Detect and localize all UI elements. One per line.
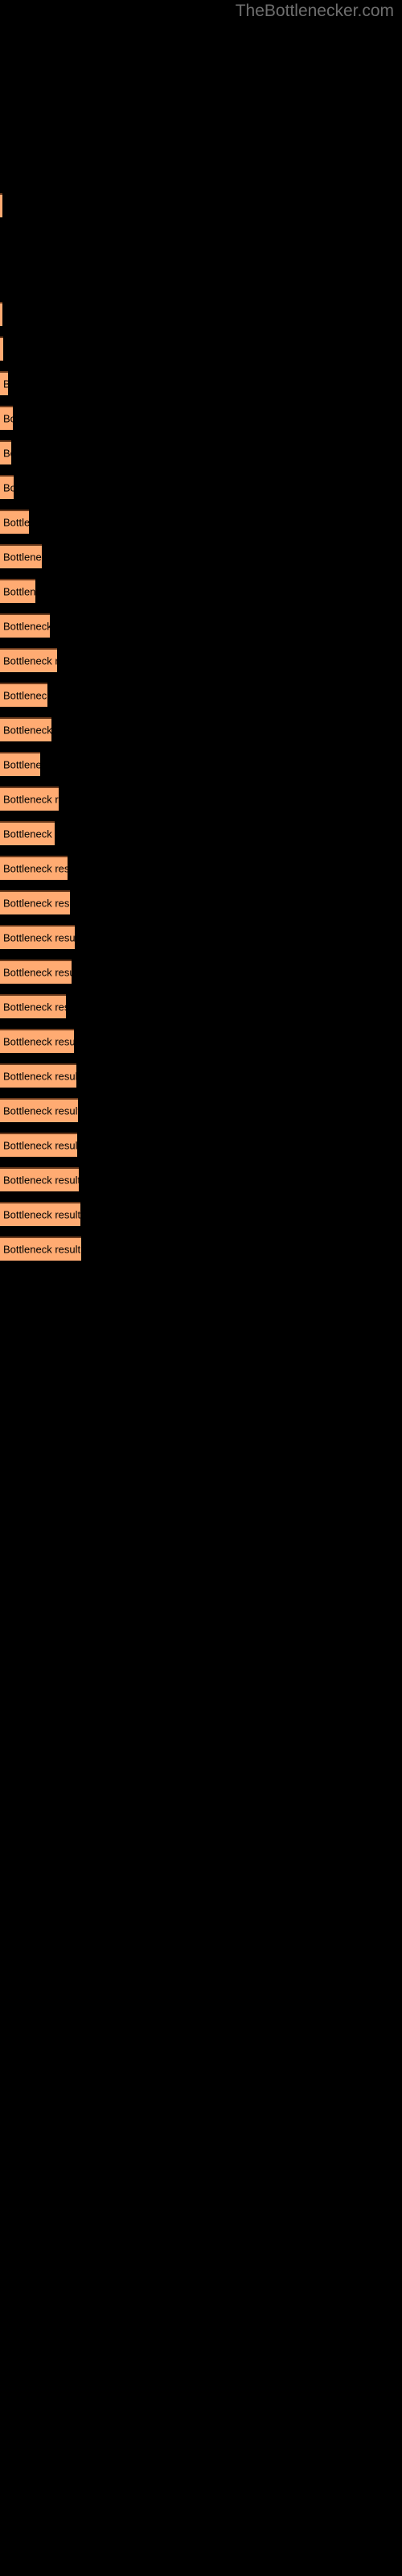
bottleneck-result-bar[interactable]: Bottleneck result [0,683,47,707]
bar-label: Bottleneck result [3,585,35,598]
bottleneck-result-bar[interactable]: Bottleneck result [0,475,14,499]
bottleneck-result-bar[interactable]: Bottleneck result [0,406,13,430]
bar-label: Bottleneck result [3,897,70,910]
bar-label: Bottleneck result [3,1035,74,1048]
bar-label: Bottleneck result [3,551,42,564]
bottleneck-bar-chart: Bottleneck result Bottleneck result Bottle… [0,0,402,2576]
bar-label: Bottleneck result [3,654,57,667]
bar-label: Bottleneck result [3,447,11,460]
bar-label: Bottleneck result [3,793,59,806]
bar-label: Bottleneck result [3,412,13,425]
bottleneck-result-bar[interactable]: Bottleneck result [0,440,11,464]
bar-label: Bottleneck result [3,1104,78,1117]
bottleneck-result-bar[interactable]: Bottleneck result [0,371,8,395]
bar-label: Bottleneck result [3,862,68,875]
bottleneck-result-bar[interactable]: Bottleneck result [0,1167,79,1191]
bottleneck-result-bar[interactable]: Bottleneck result [0,717,51,741]
bar-label: Bottleneck result [3,516,29,529]
bar-label: Bottleneck result [3,481,14,494]
bottleneck-result-bar[interactable]: Bottleneck result [0,821,55,845]
bottleneck-result-bar[interactable]: Bottleneck result [0,752,40,776]
bar-label: Bottleneck result [3,1243,81,1256]
bottleneck-result-bar[interactable]: Bottleneck result [0,1236,81,1261]
bar-label: Bottleneck result [3,724,51,737]
bottleneck-result-bar[interactable]: Bottleneck result [0,336,3,361]
bar-label: Bottleneck result [3,758,40,771]
bar-label: Bottleneck result [3,1139,77,1152]
bar-label: Bottleneck result [3,966,72,979]
bottleneck-result-bar[interactable]: Bottleneck result [0,1029,74,1053]
bar-label: Bottleneck result [3,1174,79,1187]
bottleneck-result-bar[interactable]: Bottleneck result [0,613,50,638]
bottleneck-result-bar[interactable]: Bottleneck result [0,193,2,217]
bar-label: Bottleneck result [3,931,75,944]
bar-label: Bottleneck result [3,620,50,633]
bottleneck-result-bar[interactable]: Bottleneck result [0,960,72,984]
bar-label: Bottleneck result [3,1001,66,1013]
bar-label: Bottleneck result [3,828,55,840]
bottleneck-result-bar[interactable]: Bottleneck result [0,1202,80,1226]
bottleneck-result-bar[interactable]: Bottleneck result [0,925,75,949]
bar-label: Bottleneck result [3,1070,76,1083]
bottleneck-result-bar[interactable]: Bottleneck result [0,1063,76,1088]
bottleneck-result-bar[interactable]: Bottleneck result [0,890,70,914]
bottleneck-result-bar[interactable]: Bottleneck result [0,579,35,603]
bottleneck-result-bar[interactable]: Bottleneck result [0,856,68,880]
bottleneck-result-bar[interactable]: Bottleneck result [0,648,57,672]
bar-label: Bottleneck result [3,378,8,390]
bottleneck-result-bar[interactable]: Bottleneck result [0,544,42,568]
bar-label: Bottleneck result [3,1208,80,1221]
bottleneck-result-bar[interactable]: Bottleneck result [0,510,29,534]
bottleneck-result-bar[interactable]: Bottleneck result [0,1098,78,1122]
bar-label: Bottleneck result [3,689,47,702]
bottleneck-result-bar[interactable]: Bottleneck result [0,786,59,811]
bottleneck-result-bar[interactable]: Bottleneck result [0,1133,77,1157]
bottleneck-result-bar[interactable]: Bottleneck result [0,994,66,1018]
bottleneck-result-bar[interactable]: Bottleneck result [0,302,2,326]
